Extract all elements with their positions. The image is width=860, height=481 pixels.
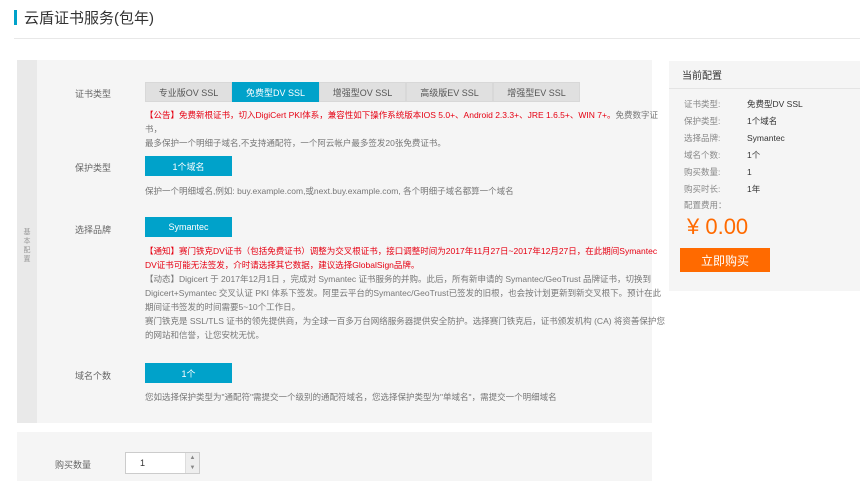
domain-count-desc: 您如选择保护类型为"通配符"需提交一个级别的通配符域名，您选择保护类型为"单域名… — [145, 392, 557, 402]
brand-label: 选择品牌 — [75, 225, 112, 235]
cert-type-notice-red: 【公告】免费新根证书，切入DigiCert PKI体系，兼容性如下操作系统版本I… — [145, 110, 616, 120]
brand-notices: 【通知】赛门铁克DV证书（包括免费证书）调整为交叉根证书，接口调整时间为2017… — [145, 244, 665, 342]
quantity-panel: 购买数量 1 ▲ ▼ — [17, 432, 652, 481]
page-title: 云盾证书服务(包年) — [14, 8, 154, 27]
cert-type-tabs: 专业版OV SSL 免费型DV SSL 增强型OV SSL 高级版EV SSL … — [145, 82, 580, 102]
decrement-icon[interactable]: ▼ — [186, 463, 199, 473]
quantity-panel-body: 购买数量 1 ▲ ▼ — [17, 432, 652, 481]
buy-now-button[interactable]: 立即购买 — [680, 248, 770, 272]
brand-notice-red-1: 【通知】赛门铁克DV证书（包括免费证书）调整为交叉根证书，接口调整时间为2017… — [145, 246, 658, 256]
brand-desc-2: 的网站和信誉，让您安枕无忧。 — [145, 330, 265, 340]
quantity-input[interactable]: 1 — [126, 458, 185, 468]
summary-rows: 证书类型: 免费型DV SSL 保护类型: 1个域名 选择品牌: Symantec 域… — [669, 89, 860, 197]
summary-row-domain-count: 域名个数: 1个 — [684, 149, 761, 160]
tab-pro-ov-ssl[interactable]: 专业版OV SSL — [145, 82, 232, 102]
fee-label: 配置费用： — [684, 200, 727, 210]
tab-enhanced-ov-ssl[interactable]: 增强型OV SSL — [319, 82, 406, 102]
cert-type-notice: 【公告】免费新根证书，切入DigiCert PKI体系，兼容性如下操作系统版本I… — [145, 108, 665, 150]
cert-type-notice-gray-2: 最多保护一个明细子域名,不支持通配符，一个阿云帐户最多签发20张免费证书。 — [145, 138, 446, 148]
protect-type-label: 保护类型 — [75, 163, 112, 173]
summary-row-brand: 选择品牌: Symantec — [684, 132, 785, 143]
tab-free-dv-ssl[interactable]: 免费型DV SSL — [232, 82, 319, 102]
current-config-summary: 当前配置 证书类型: 免费型DV SSL 保护类型: 1个域名 选择品牌: Syman… — [669, 61, 860, 291]
config-panel: 基本配置 证书类型 专业版OV SSL 免费型DV SSL 增强型OV SSL … — [17, 60, 665, 423]
config-strip-label: 基本配置 — [23, 229, 31, 263]
config-side-strip: 基本配置 — [17, 60, 37, 423]
title-accent-bar — [14, 9, 17, 25]
tab-advanced-ev-ssl[interactable]: 高级版EV SSL — [406, 82, 493, 102]
protect-type-option-1-domain[interactable]: 1个域名 — [145, 156, 232, 176]
price-value: ¥ 0.00 — [687, 214, 749, 239]
brand-dynamic-3: 期间证书签发的时间需要5~10个工作日。 — [145, 302, 301, 312]
brand-dynamic-2: Digicert+Symantec 交叉认证 PKI 体系下签发。阿里云平台的S… — [145, 288, 662, 298]
cert-type-label: 证书类型 — [75, 89, 112, 99]
brand-desc-1: 赛门铁克是 SSL/TLS 证书的领先提供商，为全球一百多万台网络服务器提供安全… — [145, 316, 665, 326]
quantity-label: 购买数量 — [55, 460, 92, 470]
quantity-stepper[interactable]: 1 ▲ ▼ — [125, 452, 200, 474]
summary-row-quantity: 购买数量: 1 — [684, 166, 752, 177]
increment-icon[interactable]: ▲ — [186, 453, 199, 463]
quantity-spin-buttons: ▲ ▼ — [185, 453, 199, 473]
page-title-text: 云盾证书服务(包年) — [24, 9, 154, 27]
domain-count-label: 域名个数 — [75, 371, 112, 381]
brand-option-symantec[interactable]: Symantec — [145, 217, 232, 237]
config-panel-body: 证书类型 专业版OV SSL 免费型DV SSL 增强型OV SSL 高级版EV… — [37, 60, 665, 423]
summary-row-duration: 购买时长: 1年 — [684, 183, 761, 194]
summary-row-protect-type: 保护类型: 1个域名 — [684, 115, 778, 126]
brand-dynamic-1: 【动态】Digicert 于 2017年12月1日 ，完成对 Symantec … — [145, 274, 651, 284]
summary-title: 当前配置 — [669, 61, 860, 89]
protect-type-desc: 保护一个明细域名,例如: buy.example.com,或next.buy.e… — [145, 186, 514, 196]
title-divider — [14, 38, 860, 39]
brand-notice-red-2: DV证书可能无法签发，介时请选择其它数据，建议选择GlobalSign品牌。 — [145, 260, 420, 270]
domain-count-option-1[interactable]: 1个 — [145, 363, 232, 383]
tab-enhanced-ev-ssl[interactable]: 增强型EV SSL — [493, 82, 580, 102]
summary-row-cert-type: 证书类型: 免费型DV SSL — [684, 98, 803, 109]
